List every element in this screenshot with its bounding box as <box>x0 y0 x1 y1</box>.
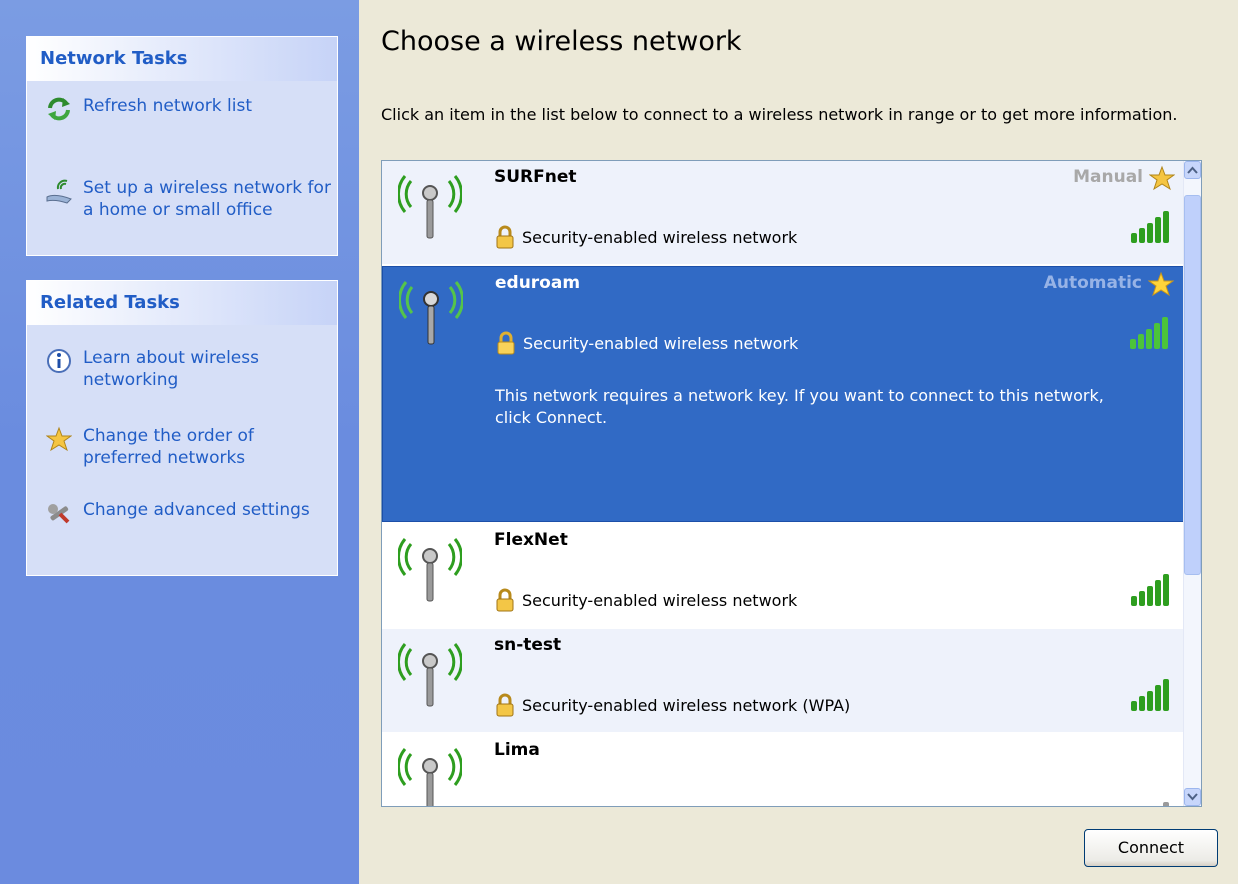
security-label: Security-enabled wireless network <box>523 333 799 353</box>
chevron-up-icon <box>1187 166 1198 174</box>
setup-wireless-network-label: Set up a wireless network for a home or … <box>83 178 331 220</box>
change-order-label: Change the order of preferred networks <box>83 426 254 468</box>
change-order-link[interactable]: Change the order of preferred networks <box>45 425 333 469</box>
scroll-thumb[interactable] <box>1184 195 1201 575</box>
wireless-setup-icon <box>45 177 73 205</box>
network-item-sn-test[interactable]: sn-test Security-enabled wireless networ… <box>382 629 1187 732</box>
wireless-antenna-icon <box>399 281 463 345</box>
security-label: Security-enabled wireless network <box>522 227 798 247</box>
lock-icon <box>496 693 514 717</box>
network-tasks-panel: Network Tasks Refresh network list Set u… <box>26 36 338 256</box>
info-icon <box>45 347 73 375</box>
network-description: This network requires a network key. If … <box>495 386 1104 427</box>
security-status: Security-enabled wireless network (WPA) <box>494 693 850 717</box>
wireless-antenna-icon <box>398 643 462 707</box>
lock-icon <box>496 588 514 612</box>
signal-strength-icon <box>1163 802 1169 806</box>
intro-text: Click an item in the list below to conne… <box>381 105 1178 124</box>
connect-button[interactable]: Connect <box>1084 829 1218 867</box>
signal-strength-icon <box>1131 574 1169 606</box>
related-tasks-panel: Related Tasks Learn about wireless netwo… <box>26 280 338 576</box>
signal-strength-icon <box>1131 679 1169 711</box>
connection-mode: Automatic <box>1043 273 1142 293</box>
security-label: Security-enabled wireless network <box>522 590 798 610</box>
scroll-up-button[interactable] <box>1184 161 1201 179</box>
network-tasks-header[interactable]: Network Tasks <box>27 37 337 81</box>
lock-icon <box>496 225 514 249</box>
network-item-eduroam[interactable]: eduroam Automatic Security-enabled wirel… <box>382 266 1187 522</box>
wireless-antenna-icon <box>398 538 462 602</box>
settings-wrench-icon <box>45 499 73 527</box>
page-title: Choose a wireless network <box>381 26 742 57</box>
signal-strength-icon <box>1131 211 1169 243</box>
wireless-antenna-icon <box>398 175 462 239</box>
setup-wireless-network-link[interactable]: Set up a wireless network for a home or … <box>45 177 333 221</box>
list-scrollbar[interactable] <box>1183 161 1201 806</box>
security-status: Security-enabled wireless network <box>494 225 797 249</box>
refresh-network-list-label: Refresh network list <box>83 96 253 116</box>
wireless-antenna-icon <box>398 748 462 806</box>
refresh-icon <box>45 95 73 123</box>
main-content: Choose a wireless network Click an item … <box>359 0 1238 884</box>
network-name: FlexNet <box>494 530 568 550</box>
learn-wireless-link[interactable]: Learn about wireless networking <box>45 347 333 391</box>
related-tasks-header[interactable]: Related Tasks <box>27 281 337 325</box>
security-status: Security-enabled wireless network <box>494 588 797 612</box>
security-status: Security-enabled wireless network <box>495 331 798 355</box>
preferred-star-icon <box>1149 165 1175 191</box>
network-name: eduroam <box>495 273 581 293</box>
network-list[interactable]: SURFnet Manual Security-enabled wireless… <box>381 160 1202 807</box>
learn-wireless-label: Learn about wireless networking <box>83 348 259 390</box>
chevron-down-icon <box>1187 793 1198 801</box>
change-advanced-label: Change advanced settings <box>83 500 310 520</box>
network-item-surfnet[interactable]: SURFnet Manual Security-enabled wireless… <box>382 161 1187 264</box>
network-item-lima[interactable]: Lima <box>382 734 1187 806</box>
signal-strength-icon <box>1130 317 1168 349</box>
change-advanced-link[interactable]: Change advanced settings <box>45 499 333 527</box>
network-name: sn-test <box>494 635 562 655</box>
security-label: Security-enabled wireless network (WPA) <box>522 695 851 715</box>
connection-mode: Manual <box>1073 167 1143 187</box>
scroll-down-button[interactable] <box>1184 788 1201 806</box>
network-item-flexnet[interactable]: FlexNet Security-enabled wireless networ… <box>382 524 1187 627</box>
task-pane: Network Tasks Refresh network list Set u… <box>0 0 359 884</box>
lock-icon <box>497 331 515 355</box>
star-icon <box>45 425 73 453</box>
network-name: Lima <box>494 740 540 760</box>
refresh-network-list-link[interactable]: Refresh network list <box>45 95 333 123</box>
network-name: SURFnet <box>494 167 577 187</box>
preferred-star-icon <box>1148 271 1174 297</box>
